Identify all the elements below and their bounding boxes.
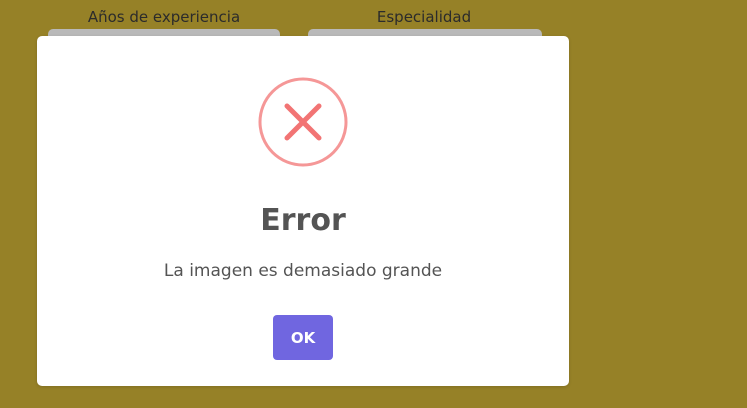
dialog-message: La imagen es demasiado grande xyxy=(163,261,443,281)
ok-button[interactable]: OK xyxy=(273,315,333,360)
experience-label: Años de experiencia xyxy=(87,8,241,26)
error-x-icon xyxy=(258,77,348,167)
dialog-title: Error xyxy=(260,203,346,238)
error-dialog: Error La imagen es demasiado grande OK xyxy=(37,36,569,386)
specialty-label: Especialidad xyxy=(376,8,472,26)
